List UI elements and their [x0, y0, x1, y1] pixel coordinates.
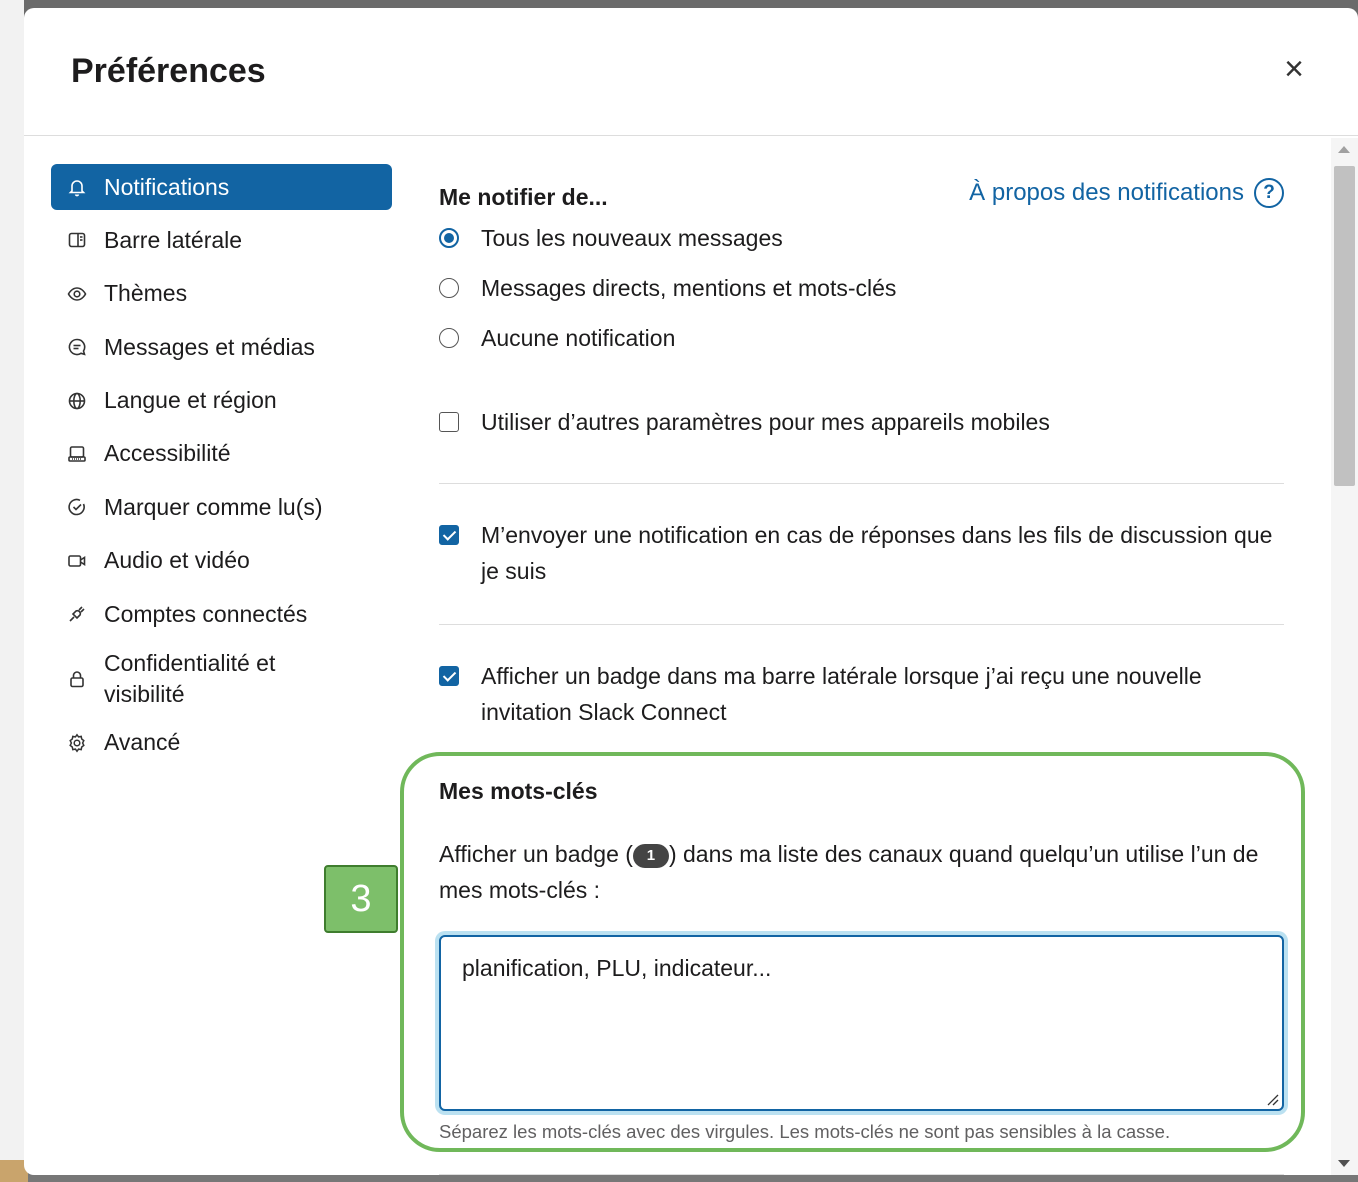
close-button[interactable]: ×: [1278, 52, 1310, 86]
preferences-sidebar: Notifications Barre latérale Thèmes Mess…: [51, 164, 392, 773]
sidebar-item-label: Notifications: [104, 173, 230, 200]
globe-icon: [66, 390, 88, 412]
sidebar-item-label: Comptes connectés: [104, 600, 308, 627]
keywords-hint: Séparez les mots-clés avec des virgules.…: [439, 1121, 1171, 1142]
keywords-section-title: Mes mots-clés: [439, 778, 598, 804]
radio-label: Messages directs, mentions et mots-clés: [481, 275, 897, 301]
modal-title: Préférences: [71, 52, 266, 90]
checkbox[interactable]: [439, 412, 459, 432]
sidebar-item-themes[interactable]: Thèmes: [51, 271, 392, 317]
about-notifications-link[interactable]: À propos des notifications ?: [969, 178, 1284, 208]
modal-header: Préférences ×: [24, 8, 1358, 136]
checkbox-slack-connect-badge[interactable]: Afficher un badge dans ma barre latérale…: [439, 658, 1284, 730]
sidebar-icon: [66, 229, 88, 251]
preferences-modal: Préférences × Notifications Barre latéra…: [24, 8, 1358, 1175]
video-icon: [66, 550, 88, 572]
message-icon: [66, 336, 88, 358]
sidebar-item-audio-video[interactable]: Audio et vidéo: [51, 538, 392, 584]
checkbox-label: M’envoyer une notification en cas de rép…: [481, 522, 1273, 584]
scroll-up-icon[interactable]: [1338, 146, 1350, 153]
sidebar-item-accessibility[interactable]: Accessibilité: [51, 431, 392, 477]
sidebar-item-label: Langue et région: [104, 387, 277, 414]
help-icon: ?: [1254, 178, 1284, 208]
radio-button[interactable]: [439, 278, 459, 298]
sidebar-item-label: Thèmes: [104, 280, 188, 307]
background-bottom-strip: [0, 1174, 1358, 1182]
scroll-down-icon[interactable]: [1338, 1160, 1350, 1167]
about-notifications-label: À propos des notifications: [969, 179, 1244, 206]
modal-scrollbar[interactable]: [1331, 138, 1358, 1175]
sidebar-item-connected-accounts[interactable]: Comptes connectés: [51, 591, 392, 637]
lock-icon: [66, 668, 88, 690]
checkbox[interactable]: [439, 666, 459, 686]
checkbox-thread-replies[interactable]: M’envoyer une notification en cas de rép…: [439, 517, 1284, 589]
radio-label: Aucune notification: [481, 325, 676, 351]
sidebar-item-privacy-visibility[interactable]: Confidentialité et visibilité: [51, 645, 392, 713]
sidebar-item-label: Messages et médias: [104, 333, 315, 360]
sidebar-item-label: Confidentialité et visibilité: [104, 649, 276, 707]
plug-icon: [66, 603, 88, 625]
sidebar-item-mark-as-read[interactable]: Marquer comme lu(s): [51, 484, 392, 530]
background-app-strip: [0, 0, 24, 1182]
keywords-desc-before: Afficher un badge (: [439, 841, 633, 867]
gear-icon: [66, 732, 88, 754]
sidebar-item-advanced[interactable]: Avancé: [51, 720, 392, 766]
divider: [439, 483, 1284, 484]
keywords-badge-example: 1: [632, 844, 669, 868]
resize-handle-icon[interactable]: [1265, 1092, 1279, 1106]
radio-button[interactable]: [439, 328, 459, 348]
scroll-thumb[interactable]: [1334, 166, 1355, 486]
radio-all-messages[interactable]: Tous les nouveaux messages: [439, 220, 783, 256]
sidebar-item-label: Audio et vidéo: [104, 547, 250, 574]
bell-icon: [66, 176, 88, 198]
eye-icon: [66, 283, 88, 305]
divider: [439, 1174, 1284, 1175]
sidebar-item-language-region[interactable]: Langue et région: [51, 378, 392, 424]
sidebar-item-label: Avancé: [104, 729, 181, 756]
keyboard-icon: [66, 443, 88, 465]
divider: [439, 624, 1284, 625]
check-circle-icon: [66, 496, 88, 518]
sidebar-item-label: Marquer comme lu(s): [104, 493, 323, 520]
sidebar-item-label: Barre latérale: [104, 226, 243, 253]
sidebar-item-sidebar[interactable]: Barre latérale: [51, 217, 392, 263]
keywords-textarea[interactable]: [439, 935, 1284, 1111]
keywords-description: Afficher un badge (1) dans ma liste des …: [439, 836, 1284, 908]
checkbox-label: Afficher un badge dans ma barre latérale…: [481, 663, 1202, 725]
sidebar-item-messages-media[interactable]: Messages et médias: [51, 324, 392, 370]
sidebar-item-notifications[interactable]: Notifications: [51, 164, 392, 210]
checkbox-label: Utiliser d’autres paramètres pour mes ap…: [481, 409, 1050, 435]
checkbox[interactable]: [439, 525, 459, 545]
notify-section-title: Me notifier de...: [439, 184, 608, 210]
sidebar-item-label: Accessibilité: [104, 440, 231, 467]
radio-label: Tous les nouveaux messages: [481, 225, 783, 251]
checkbox-mobile-settings[interactable]: Utiliser d’autres paramètres pour mes ap…: [439, 404, 1050, 440]
radio-no-notifications[interactable]: Aucune notification: [439, 320, 675, 356]
radio-direct-mentions-keywords[interactable]: Messages directs, mentions et mots-clés: [439, 270, 896, 306]
notifications-panel: Me notifier de... À propos des notificat…: [439, 148, 1284, 1175]
radio-button[interactable]: [439, 228, 459, 248]
annotation-step-badge: 3: [324, 865, 398, 933]
